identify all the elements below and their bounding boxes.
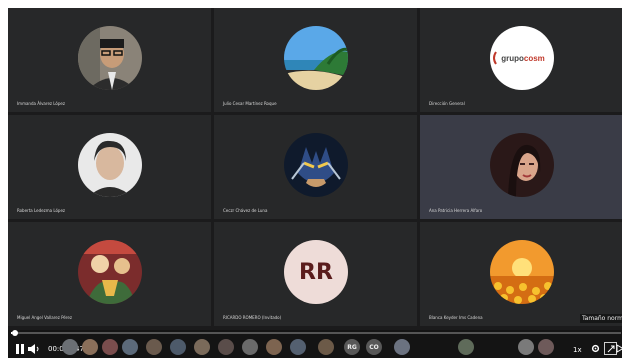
participant-name: RICARDO ROMERO (Invitado) bbox=[223, 315, 282, 320]
participant-name: Ana Patricia Herrera Alfaro bbox=[429, 208, 483, 213]
participant-avatar bbox=[78, 26, 142, 90]
participant-name: Ceczr Chávez de Luna bbox=[223, 208, 268, 213]
strip-thumbnail[interactable] bbox=[318, 339, 334, 355]
participant-name: Dirección General bbox=[429, 101, 465, 106]
participant-avatar bbox=[490, 240, 554, 304]
speed-button[interactable]: 1x bbox=[573, 345, 582, 355]
video-stage: Immanda Álvarez López Julio Cesar Martíne… bbox=[8, 8, 622, 358]
participant-tile[interactable]: Ceczr Chávez de Luna bbox=[214, 115, 417, 219]
strip-thumbnail[interactable] bbox=[458, 339, 474, 355]
play-icon bbox=[616, 344, 622, 353]
participant-tile[interactable]: Ana Patricia Herrera Alfaro bbox=[420, 115, 622, 219]
svg-text:grupocosm: grupocosm bbox=[501, 54, 545, 63]
progress-handle[interactable] bbox=[12, 330, 18, 336]
strip-thumbnail[interactable] bbox=[266, 339, 282, 355]
participant-avatar bbox=[78, 133, 142, 197]
participant-tile[interactable]: Roberta Ledezma López bbox=[8, 115, 211, 219]
expand-icon bbox=[607, 345, 614, 352]
strip-thumbnail-initials[interactable]: RG bbox=[344, 339, 360, 355]
strip-thumbnail[interactable] bbox=[538, 339, 554, 355]
strip-thumbnail-initials[interactable]: CO bbox=[366, 339, 382, 355]
participant-avatar bbox=[78, 240, 142, 304]
player-controls: 00:05 / 47:22 RGCO 1x bbox=[8, 330, 622, 358]
thumbnail-strip: RG CO bbox=[58, 339, 558, 357]
pip-button[interactable] bbox=[616, 344, 622, 353]
grupocosm-logo: grupocosm bbox=[490, 26, 554, 90]
settings-button[interactable] bbox=[591, 344, 600, 353]
volume-button[interactable] bbox=[28, 344, 40, 354]
speaker-icon bbox=[28, 344, 39, 354]
strip-thumbnail[interactable] bbox=[194, 339, 210, 355]
gear-icon bbox=[591, 344, 600, 353]
strip-thumbnail[interactable] bbox=[218, 339, 234, 355]
progress-track[interactable] bbox=[11, 332, 621, 334]
participant-name: Blanca Keyder Ims Cadena bbox=[429, 315, 483, 320]
participant-name: Immanda Álvarez López bbox=[17, 101, 65, 106]
participant-avatar-initials: RR bbox=[284, 240, 348, 304]
participant-tile[interactable]: Immanda Álvarez López bbox=[8, 8, 211, 112]
pause-icon bbox=[16, 344, 24, 354]
participant-tile[interactable]: Blanca Keyder Ims Cadena bbox=[420, 222, 622, 326]
strip-thumbnail[interactable] bbox=[518, 339, 534, 355]
strip-thumbnail[interactable] bbox=[102, 339, 118, 355]
participant-name: Julio Cesar Martínez Roque bbox=[223, 101, 277, 106]
strip-thumbnail[interactable] bbox=[242, 339, 258, 355]
participant-grid: Immanda Álvarez López Julio Cesar Martíne… bbox=[8, 8, 622, 334]
participant-tile[interactable]: Julio Cesar Martínez Roque bbox=[214, 8, 417, 112]
strip-thumbnail[interactable] bbox=[62, 339, 78, 355]
resize-tooltip: Tamaño normal bbox=[580, 314, 622, 323]
strip-thumbnail[interactable] bbox=[394, 339, 410, 355]
strip-thumbnail[interactable] bbox=[146, 339, 162, 355]
participant-tile[interactable]: Miguel Angel Vallarez Pérez bbox=[8, 222, 211, 326]
participant-avatar bbox=[490, 133, 554, 197]
pause-button[interactable] bbox=[16, 344, 24, 354]
strip-thumbnail[interactable] bbox=[290, 339, 306, 355]
participant-avatar bbox=[284, 26, 348, 90]
strip-thumbnail[interactable] bbox=[122, 339, 138, 355]
participant-avatar bbox=[284, 133, 348, 197]
participant-name: Roberta Ledezma López bbox=[17, 208, 66, 213]
strip-thumbnail[interactable] bbox=[82, 339, 98, 355]
participant-name: Miguel Angel Vallarez Pérez bbox=[17, 315, 72, 320]
participant-tile[interactable]: RR RICARDO ROMERO (Invitado) bbox=[214, 222, 417, 326]
strip-thumbnail[interactable] bbox=[170, 339, 186, 355]
participant-tile[interactable]: grupocosm Dirección General bbox=[420, 8, 622, 112]
